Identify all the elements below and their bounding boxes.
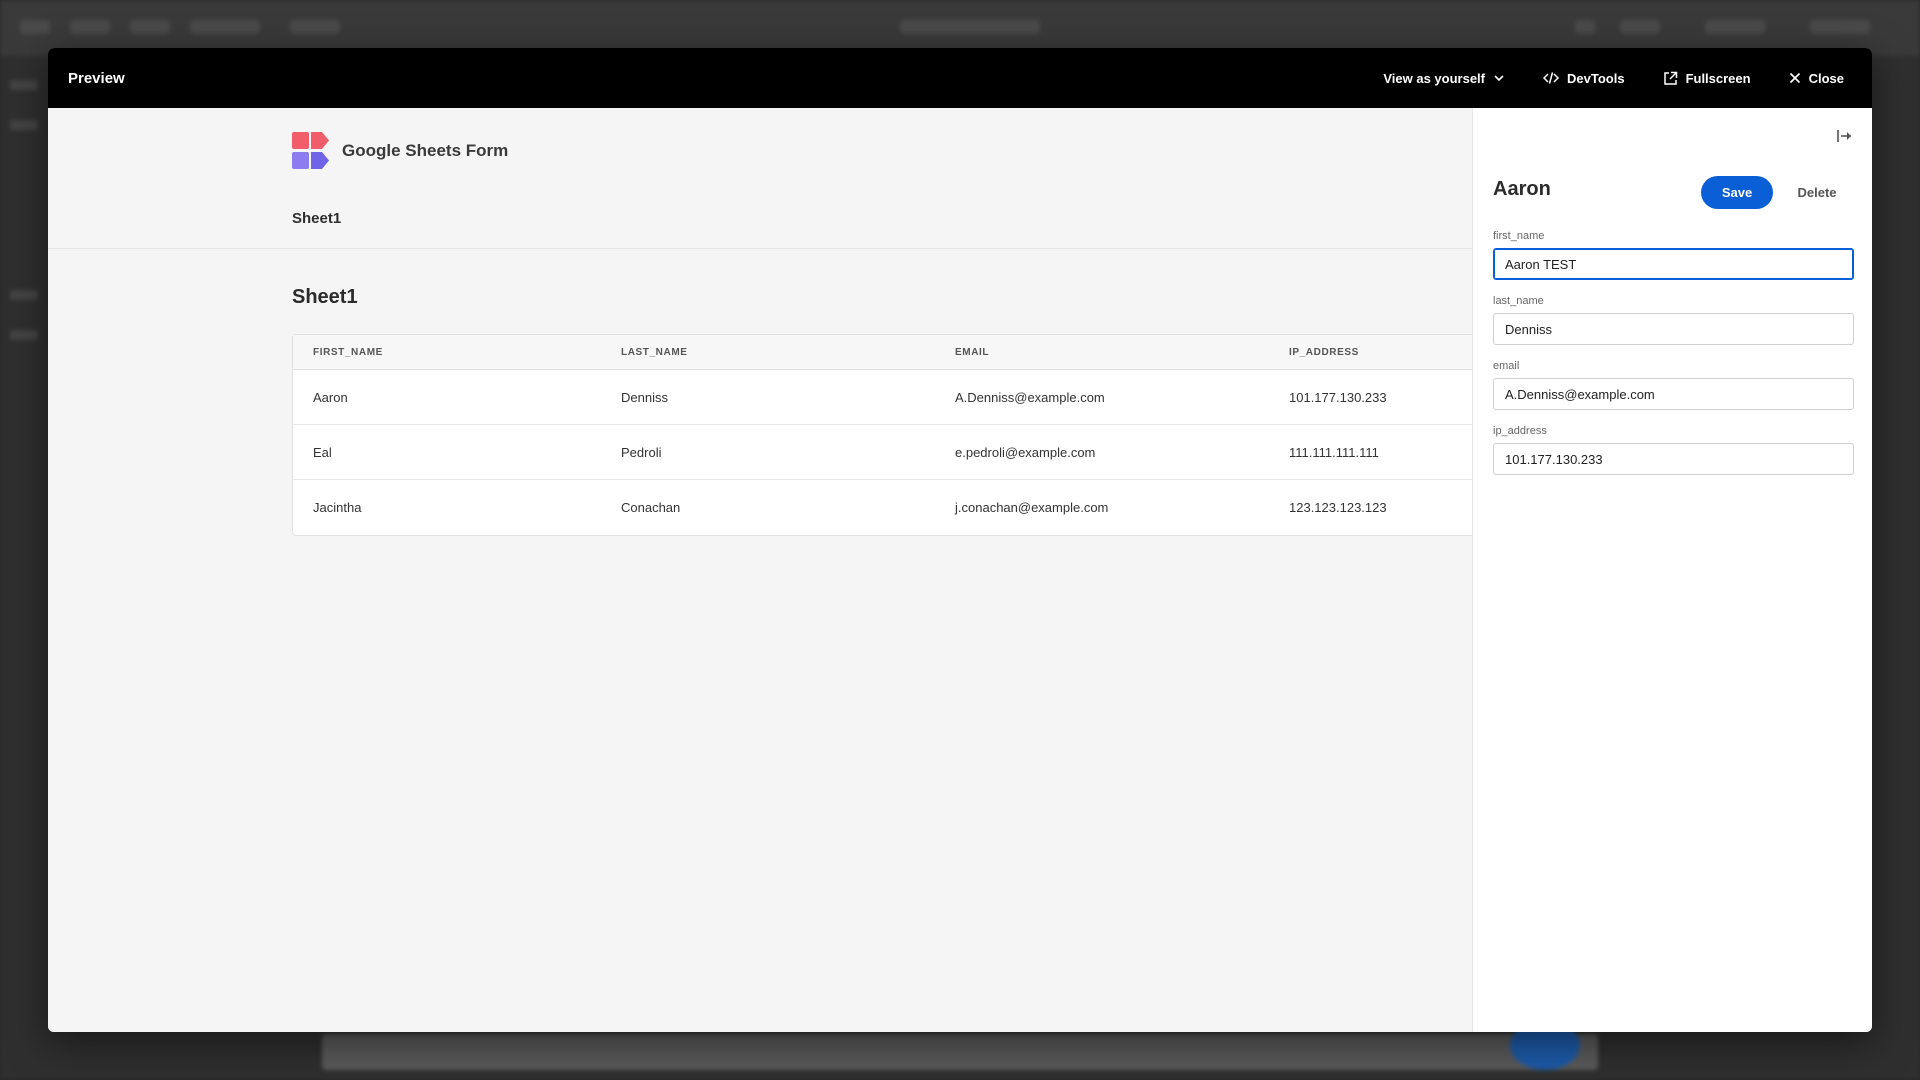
table-cell: Conachan (621, 500, 681, 515)
column-header[interactable]: FIRST_NAME (293, 347, 621, 358)
preview-modal: Preview View as yourself DevTools Fullsc… (48, 48, 1872, 1032)
ip-address-field-group: ip_address (1493, 425, 1854, 475)
ip-address-field[interactable] (1493, 443, 1854, 475)
view-as-label: View as yourself (1383, 70, 1485, 86)
close-label: Close (1808, 70, 1844, 86)
table-cell: Denniss (621, 389, 668, 405)
table-cell: Eal (313, 444, 332, 460)
table-cell: j.conachan@example.com (955, 500, 1109, 515)
devtools-label: DevTools (1567, 70, 1625, 86)
table-cell: e.pedroli@example.com (955, 444, 1096, 460)
field-label: first_name (1493, 230, 1545, 242)
field-label: last_name (1493, 295, 1544, 307)
save-button[interactable]: Save (1701, 176, 1773, 209)
collapse-panel-button[interactable] (1836, 128, 1854, 149)
header-actions: View as yourself DevTools Fullscreen Clo… (1383, 71, 1844, 86)
column-header[interactable]: IP_ADDRESS (1289, 347, 1469, 358)
close-icon (1789, 72, 1800, 84)
field-label: email (1493, 360, 1520, 372)
budibase-logo-icon (292, 132, 329, 169)
section-title: Sheet1 (292, 286, 358, 308)
fullscreen-label: Fullscreen (1685, 70, 1751, 86)
code-icon (1543, 72, 1559, 84)
table-cell: A.Denniss@example.com (955, 389, 1105, 405)
table-header: FIRST_NAME LAST_NAME EMAIL IP_ADDRESS (293, 335, 1472, 370)
first-name-field-group: first_name (1493, 230, 1854, 280)
table-cell: 111.111.111.111 (1289, 444, 1379, 460)
modal-title: Preview (68, 69, 125, 87)
row-edit-panel: Aaron Save Delete first_name last_name e… (1472, 108, 1872, 1032)
close-button[interactable]: Close (1789, 71, 1844, 86)
external-link-icon (1663, 71, 1677, 85)
devtools-button[interactable]: DevTools (1543, 71, 1625, 86)
table-cell: Pedroli (621, 444, 662, 460)
column-header[interactable]: LAST_NAME (621, 347, 955, 358)
table-row[interactable]: Aaron Denniss A.Denniss@example.com 101.… (293, 370, 1472, 425)
brand: Google Sheets Form (292, 132, 508, 170)
table-cell: Aaron (313, 389, 348, 405)
collapse-panel-icon (1837, 130, 1851, 142)
nav-tab-sheet1[interactable]: Sheet1 (292, 210, 341, 227)
panel-title: Aaron (1493, 178, 1551, 200)
email-field[interactable] (1493, 378, 1854, 410)
fullscreen-button[interactable]: Fullscreen (1663, 71, 1751, 86)
column-header[interactable]: EMAIL (955, 347, 1289, 358)
table-row[interactable]: Eal Pedroli e.pedroli@example.com 111.11… (293, 425, 1472, 480)
app-navigation: Google Sheets Form Sheet1 (48, 108, 1472, 249)
delete-button[interactable]: Delete (1781, 176, 1853, 209)
app-preview: Google Sheets Form Sheet1 Sheet1 FIRST_N… (48, 108, 1472, 1032)
first-name-field[interactable] (1493, 248, 1854, 280)
view-as-dropdown[interactable]: View as yourself (1383, 71, 1505, 86)
field-label: ip_address (1493, 425, 1547, 437)
background-strip (322, 1034, 1598, 1070)
table-cell: 101.177.130.233 (1289, 389, 1387, 405)
email-field-group: email (1493, 360, 1854, 410)
last-name-field-group: last_name (1493, 295, 1854, 345)
chevron-down-icon (1494, 75, 1504, 82)
table-cell: Jacintha (313, 500, 362, 515)
table-row[interactable]: Jacintha Conachan j.conachan@example.com… (293, 480, 1472, 535)
last-name-field[interactable] (1493, 313, 1854, 345)
modal-header: Preview View as yourself DevTools Fullsc… (48, 48, 1872, 108)
table-cell: 123.123.123.123 (1289, 500, 1387, 515)
data-table: FIRST_NAME LAST_NAME EMAIL IP_ADDRESS Aa… (292, 334, 1472, 536)
brand-title: Google Sheets Form (342, 141, 509, 160)
